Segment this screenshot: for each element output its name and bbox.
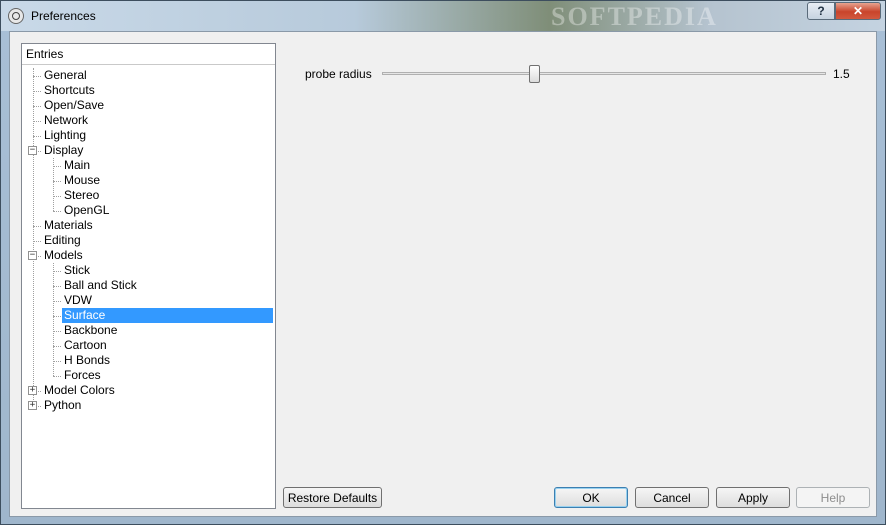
expand-icon[interactable]: + (28, 386, 37, 395)
tree-item-surface[interactable]: Surface (62, 308, 273, 323)
probe-radius-slider-thumb[interactable] (529, 65, 541, 83)
tree-item-label: Display (44, 143, 84, 157)
tree-item-ball-and-stick[interactable]: Ball and Stick (62, 278, 139, 293)
close-icon: ✕ (852, 4, 864, 18)
tree-item-label: Open/Save (44, 98, 105, 112)
tree-item-general[interactable]: General (42, 68, 89, 83)
tree-connector (53, 166, 61, 167)
tree-header: Entries (22, 44, 275, 65)
tree-connector (53, 211, 61, 212)
tree-item-label: Backbone (64, 323, 118, 337)
tree-connector (53, 181, 61, 182)
expand-icon[interactable]: + (28, 401, 37, 410)
tree-connector (53, 271, 61, 272)
title-bar[interactable]: Preferences SOFTPEDIA ? ✕ (1, 1, 885, 31)
tree-connector (33, 91, 41, 92)
tree-item-materials[interactable]: Materials (42, 218, 95, 233)
tree-item-shortcuts[interactable]: Shortcuts (42, 83, 97, 98)
tree-connector (33, 106, 41, 107)
collapse-icon[interactable]: − (28, 146, 37, 155)
tree-item-models[interactable]: Models (42, 248, 85, 263)
tree-item-mouse[interactable]: Mouse (62, 173, 102, 188)
restore-defaults-button[interactable]: Restore Defaults (283, 487, 382, 508)
tree-connector (53, 286, 61, 287)
preferences-window: Preferences SOFTPEDIA ? ✕ Entries Genera… (0, 0, 886, 525)
probe-radius-value: 1.5 (833, 67, 850, 81)
tree-item-editing[interactable]: Editing (42, 233, 83, 248)
tree-connector (53, 316, 61, 317)
question-mark-icon: ? (817, 4, 825, 18)
tree-item-label: Cartoon (64, 338, 107, 352)
tree-item-h-bonds[interactable]: H Bonds (62, 353, 112, 368)
tree-item-label: Python (44, 398, 82, 412)
tree-item-main[interactable]: Main (62, 158, 92, 173)
tree-guide-line (53, 263, 54, 376)
collapse-icon[interactable]: − (28, 251, 37, 260)
tree-item-label: Editing (44, 233, 81, 247)
tree-item-label: Shortcuts (44, 83, 95, 97)
tree-item-open-save[interactable]: Open/Save (42, 98, 106, 113)
tree-item-label: H Bonds (64, 353, 111, 367)
tree-connector (53, 301, 61, 302)
help-title-button[interactable]: ? (807, 2, 835, 20)
tree-item-forces[interactable]: Forces (62, 368, 103, 383)
help-button[interactable]: Help (796, 487, 870, 508)
tree-connector (53, 346, 61, 347)
tree-connector (33, 76, 41, 77)
tree-item-lighting[interactable]: Lighting (42, 128, 88, 143)
tree-item-label: Mouse (64, 173, 101, 187)
app-icon (8, 8, 24, 24)
tree-item-vdw[interactable]: VDW (62, 293, 94, 308)
tree-item-label: Network (44, 113, 89, 127)
tree-connector (33, 136, 41, 137)
tree-connector (33, 226, 41, 227)
cancel-button[interactable]: Cancel (635, 487, 709, 508)
tree-item-stick[interactable]: Stick (62, 263, 92, 278)
tree-connector (33, 121, 41, 122)
tree-item-display[interactable]: Display (42, 143, 85, 158)
tree-item-label: OpenGL (64, 203, 110, 217)
tree-item-label: Stereo (64, 188, 100, 202)
close-button[interactable]: ✕ (835, 2, 881, 20)
tree-item-opengl[interactable]: OpenGL (62, 203, 111, 218)
tree-item-label: General (44, 68, 87, 82)
apply-button[interactable]: Apply (716, 487, 790, 508)
dialog-body: Entries General Shortcuts Open/Save Network… (9, 31, 877, 517)
tree-connector (53, 376, 61, 377)
window-title: Preferences (31, 9, 96, 23)
tree-connector (53, 331, 61, 332)
probe-radius-slider-track[interactable] (382, 72, 826, 75)
probe-radius-label: probe radius (305, 67, 372, 81)
tree-guide-line (33, 68, 34, 406)
tree-item-cartoon[interactable]: Cartoon (62, 338, 109, 353)
tree-item-backbone[interactable]: Backbone (62, 323, 119, 338)
tree-item-python[interactable]: Python (42, 398, 83, 413)
tree-item-model-colors[interactable]: Model Colors (42, 383, 117, 398)
tree-item-stereo[interactable]: Stereo (62, 188, 101, 203)
tree-item-label: Forces (64, 368, 101, 382)
tree-item-network[interactable]: Network (42, 113, 90, 128)
watermark-logo: SOFTPEDIA (551, 2, 718, 31)
tree-connector (33, 241, 41, 242)
tree-item-label: Model Colors (44, 383, 115, 397)
tree-connector (53, 196, 61, 197)
tree-item-label: Main (64, 158, 91, 172)
tree-item-label: Lighting (44, 128, 87, 142)
tree-item-label: Models (44, 248, 83, 262)
tree-item-label: Materials (44, 218, 93, 232)
tree-item-label: VDW (64, 293, 92, 307)
tree-item-label: Stick (64, 263, 91, 277)
ok-button[interactable]: OK (554, 487, 628, 508)
tree-item-label: Surface (62, 308, 273, 323)
tree-connector (53, 361, 61, 362)
entries-tree[interactable]: Entries General Shortcuts Open/Save Network… (21, 43, 276, 509)
tree-item-label: Ball and Stick (64, 278, 137, 292)
